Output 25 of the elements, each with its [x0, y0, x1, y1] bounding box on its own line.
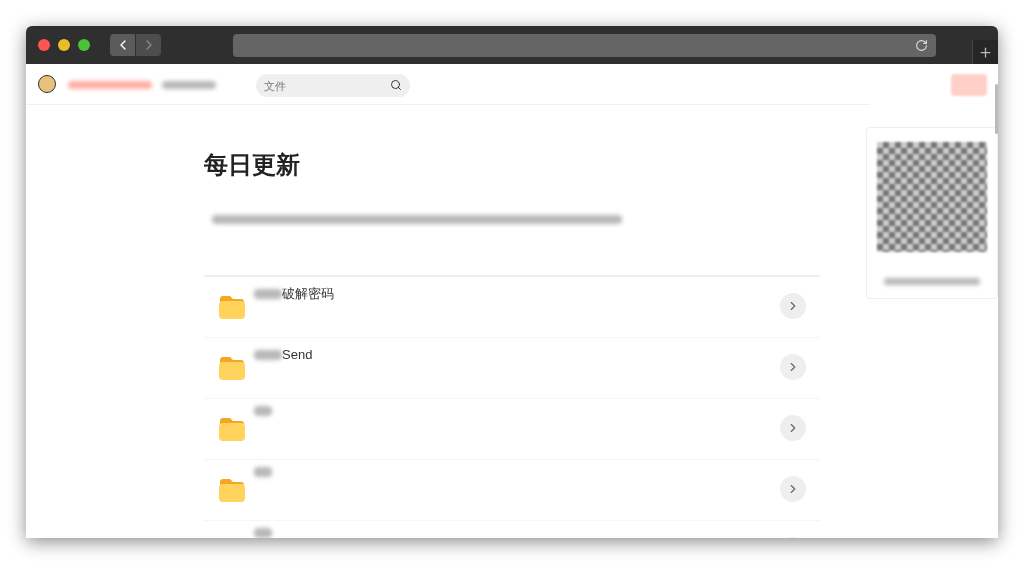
- folder-icon: [218, 356, 246, 380]
- page-title: 每日更新: [204, 150, 301, 180]
- folder-name: Send: [282, 346, 313, 364]
- folder-row[interactable]: Send: [204, 338, 820, 399]
- blurred-button[interactable]: [951, 74, 987, 96]
- folder-icon: [218, 295, 246, 319]
- folder-name: 破解密码: [282, 285, 334, 303]
- folder-icon: [218, 417, 246, 441]
- back-button[interactable]: [110, 34, 135, 56]
- blurred-text: [254, 467, 272, 477]
- blurred-text: [254, 288, 282, 299]
- blurred-text: [254, 406, 272, 416]
- forward-button[interactable]: [136, 34, 161, 56]
- reload-icon[interactable]: [915, 38, 928, 52]
- blurred-text: [254, 349, 282, 360]
- search-field[interactable]: 文件: [256, 74, 410, 97]
- new-tab-button[interactable]: [972, 40, 998, 64]
- folder-icon: [218, 478, 246, 502]
- address-bar[interactable]: [233, 33, 936, 57]
- folder-row[interactable]: 破解密码: [204, 277, 820, 338]
- blurred-text: [254, 528, 272, 538]
- logo-icon[interactable]: [38, 75, 56, 93]
- scrollbar-thumb[interactable]: [995, 84, 998, 134]
- search-icon[interactable]: [390, 78, 402, 91]
- plus-icon: [978, 44, 993, 60]
